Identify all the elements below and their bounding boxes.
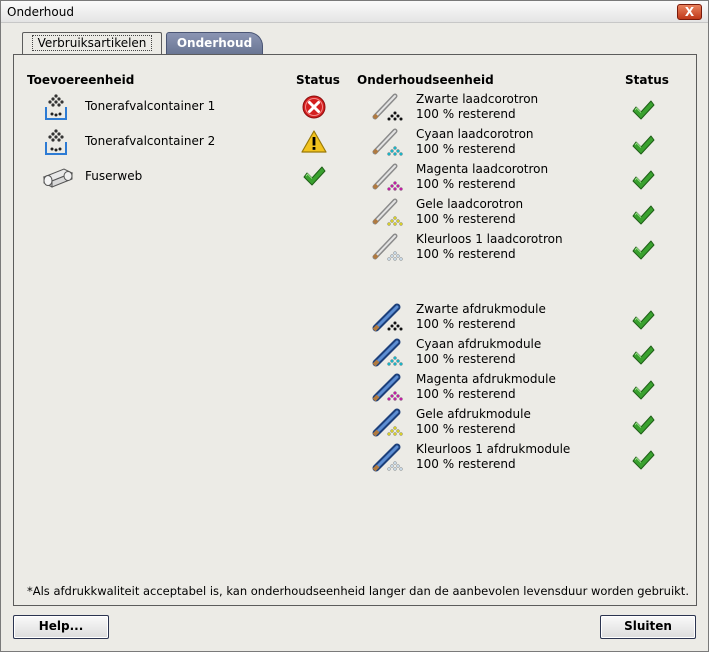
checkmark-icon [301, 163, 327, 189]
unit-name: Magenta laadcorotron [416, 162, 549, 176]
unit-remaining: 100 % resterend [416, 352, 516, 366]
right-status-header: Status [625, 73, 669, 87]
checkmark-icon [630, 342, 656, 368]
unit-name: Gele afdrukmodule [416, 407, 531, 421]
unit-name: Kleurloos 1 laadcorotron [416, 232, 563, 246]
print-module-icon [371, 408, 405, 440]
warning-status-icon [301, 129, 327, 155]
unit-remaining: 100 % resterend [416, 422, 516, 436]
print-module-icon [371, 443, 405, 475]
close-button[interactable]: Sluiten [600, 615, 696, 639]
toner-waste-icon [41, 128, 71, 156]
unit-remaining: 100 % resterend [416, 387, 516, 401]
unit-remaining: 100 % resterend [416, 317, 516, 331]
unit-remaining: 100 % resterend [416, 107, 516, 121]
supply-label: Tonerafvalcontainer 2 [85, 134, 216, 148]
unit-name: Gele laadcorotron [416, 197, 524, 211]
left-status-header: Status [296, 73, 340, 87]
supply-unit-header: Toevoereenheid [27, 73, 135, 87]
toner-waste-icon [41, 93, 71, 121]
unit-name: Zwarte laadcorotron [416, 92, 539, 106]
unit-remaining: 100 % resterend [416, 457, 516, 471]
footnote-text: *Als afdrukkwaliteit acceptabel is, kan … [27, 584, 689, 598]
window-title: Onderhoud [7, 5, 74, 19]
print-module-icon [371, 303, 405, 335]
maintenance-dialog: Onderhoud X Verbruiksartikelen Onderhoud… [0, 0, 709, 652]
supply-label: Tonerafvalcontainer 1 [85, 99, 216, 113]
corotron-icon [371, 198, 405, 230]
corotron-icon [371, 128, 405, 160]
unit-name: Cyaan afdrukmodule [416, 337, 542, 351]
tab-verbruiksartikelen[interactable]: Verbruiksartikelen [22, 32, 162, 54]
error-status-icon [301, 94, 327, 120]
title-bar: Onderhoud X [1, 1, 708, 23]
checkmark-icon [630, 237, 656, 263]
help-button[interactable]: Help... [13, 615, 109, 639]
fuser-web-icon [41, 163, 74, 191]
supply-label: Fuserweb [85, 169, 143, 183]
maintenance-unit-header: Onderhoudseenheid [357, 73, 494, 87]
corotron-icon [371, 233, 405, 265]
print-module-icon [371, 373, 405, 405]
tab-label: Verbruiksartikelen [31, 35, 153, 51]
checkmark-icon [630, 97, 656, 123]
window-close-button[interactable]: X [677, 4, 702, 20]
checkmark-icon [630, 167, 656, 193]
unit-remaining: 100 % resterend [416, 212, 516, 226]
unit-remaining: 100 % resterend [416, 177, 516, 191]
checkmark-icon [630, 447, 656, 473]
corotron-icon [371, 93, 405, 125]
unit-name: Zwarte afdrukmodule [416, 302, 546, 316]
tab-onderhoud[interactable]: Onderhoud [166, 32, 263, 54]
checkmark-icon [630, 307, 656, 333]
unit-remaining: 100 % resterend [416, 142, 516, 156]
checkmark-icon [630, 377, 656, 403]
unit-remaining: 100 % resterend [416, 247, 516, 261]
checkmark-icon [630, 412, 656, 438]
unit-name: Magenta afdrukmodule [416, 372, 556, 386]
checkmark-icon [630, 132, 656, 158]
checkmark-icon [630, 202, 656, 228]
unit-name: Kleurloos 1 afdrukmodule [416, 442, 571, 456]
print-module-icon [371, 338, 405, 370]
unit-name: Cyaan laadcorotron [416, 127, 534, 141]
corotron-icon [371, 163, 405, 195]
